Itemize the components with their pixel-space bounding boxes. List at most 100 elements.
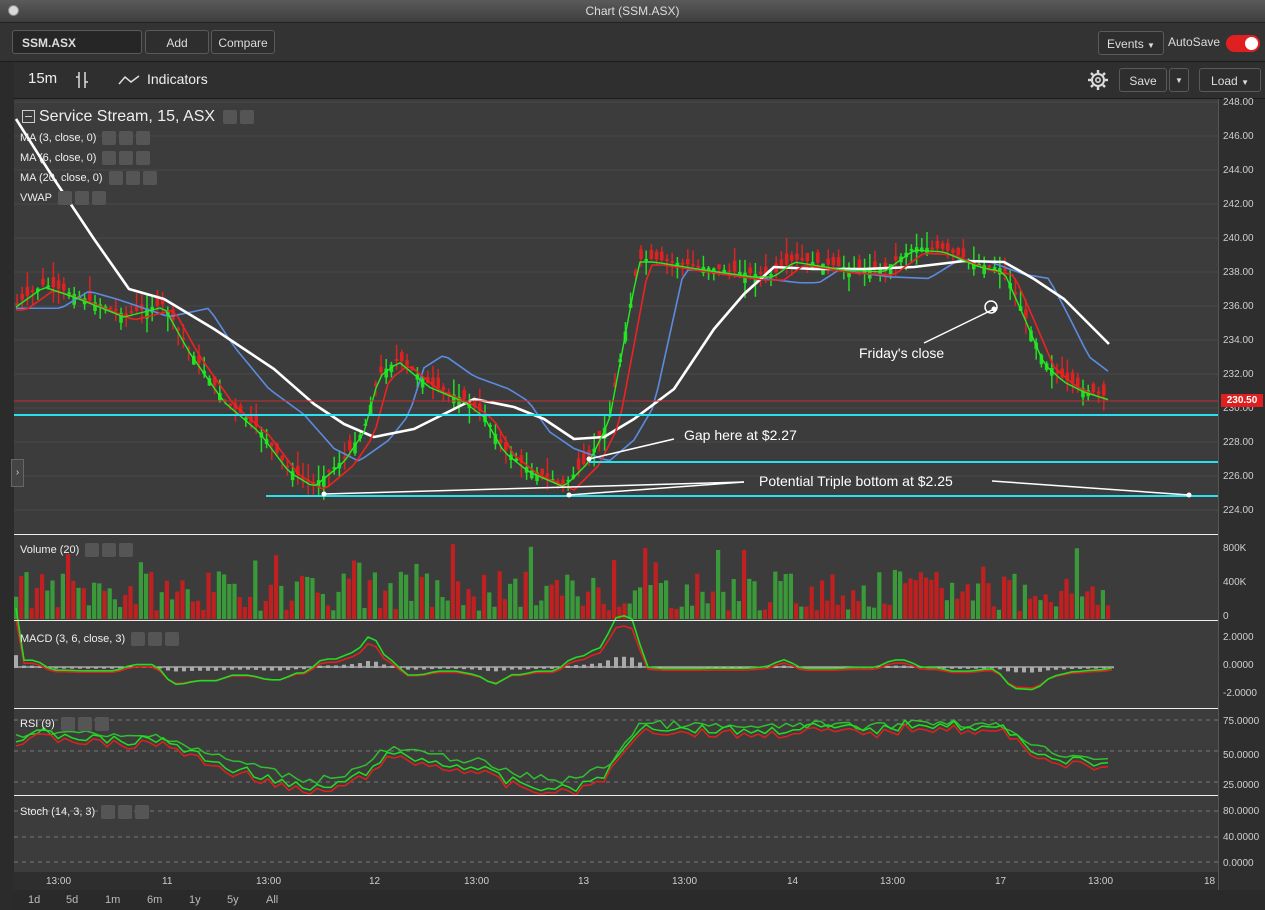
down-candle [545, 473, 550, 477]
down-candle [790, 255, 794, 261]
macd-histogram-bar [550, 667, 554, 669]
settings-icon[interactable] [77, 717, 92, 731]
settings-icon[interactable] [102, 543, 117, 557]
price-tick: 236.00 [1223, 301, 1254, 312]
volume-bar-down [102, 590, 107, 619]
macd-histogram-bar [174, 667, 178, 672]
settings-icon[interactable] [119, 151, 134, 165]
chart-canvas[interactable] [14, 99, 1218, 890]
close-icon[interactable] [165, 632, 180, 646]
volume-bar-down [814, 610, 819, 619]
down-candle [717, 264, 721, 270]
visibility-icon[interactable] [222, 109, 237, 124]
macd-histogram-bar [414, 667, 418, 670]
visibility-icon[interactable] [102, 131, 117, 145]
compare-button[interactable]: Compare [211, 30, 275, 54]
range-all[interactable]: All [266, 894, 278, 906]
visibility-icon[interactable] [131, 632, 146, 646]
events-dropdown[interactable]: Events ▼ [1098, 31, 1164, 55]
volume-bar-down [549, 584, 554, 619]
volume-bar-down [830, 574, 835, 619]
time-axis[interactable]: 13:00 11 13:00 12 13:00 13 13:00 14 13:0… [14, 872, 1218, 890]
visibility-icon[interactable] [60, 717, 75, 731]
settings-icon[interactable] [119, 131, 134, 145]
volume-bar-down [840, 595, 845, 619]
down-candle [124, 313, 128, 316]
settings-icon[interactable] [118, 805, 133, 819]
visibility-icon[interactable] [85, 543, 100, 557]
volume-bar-down [554, 580, 559, 619]
stoch-tick: 40.0000 [1223, 832, 1260, 843]
candle-type-icon[interactable] [74, 70, 90, 90]
volume-bar-down [1048, 601, 1053, 619]
settings-icon[interactable] [148, 632, 163, 646]
load-dropdown[interactable]: Load ▼ [1199, 68, 1261, 92]
panel-expand-handle[interactable]: › [11, 459, 24, 487]
down-candle [114, 308, 118, 311]
macd-histogram-bar [902, 665, 906, 668]
symbol-input[interactable]: SSM.ASX [12, 30, 142, 54]
visibility-icon[interactable] [57, 191, 72, 205]
close-icon[interactable] [119, 543, 134, 557]
chart-area[interactable]: Service Stream, 15, ASX MA (3, close, 0)… [14, 99, 1218, 890]
volume-bar-down [986, 583, 991, 619]
close-icon[interactable] [136, 151, 151, 165]
volume-bar-up [658, 582, 663, 619]
volume-bar-down [450, 544, 455, 619]
settings-icon[interactable] [125, 171, 140, 185]
range-6m[interactable]: 6m [147, 894, 162, 906]
volume-tick: 0 [1223, 611, 1229, 622]
volume-bar-down [742, 549, 747, 619]
close-icon[interactable] [91, 191, 106, 205]
range-5y[interactable]: 5y [227, 894, 239, 906]
add-button[interactable]: Add [145, 30, 209, 54]
visibility-icon[interactable] [101, 805, 116, 819]
range-1y[interactable]: 1y [189, 894, 201, 906]
down-candle [327, 470, 331, 473]
range-1m[interactable]: 1m [105, 894, 120, 906]
up-candle [909, 248, 914, 251]
down-candle [696, 265, 700, 268]
volume-bar-up [362, 608, 367, 619]
volume-bar-up [331, 610, 336, 619]
down-candle [857, 259, 862, 268]
macd-histogram-bar [1054, 667, 1058, 670]
volume-bar-up [310, 578, 315, 619]
close-icon[interactable] [135, 805, 150, 819]
interval-selector[interactable]: 15m [28, 70, 57, 87]
gear-icon[interactable] [1087, 69, 1109, 91]
volume-bar-down [1069, 593, 1074, 619]
save-button[interactable]: Save [1119, 68, 1167, 92]
close-icon[interactable] [94, 717, 109, 731]
volume-bar-up [24, 572, 29, 619]
visibility-icon[interactable] [108, 171, 123, 185]
volume-bar-up [872, 607, 877, 619]
volume-bar-down [502, 599, 507, 619]
visibility-icon[interactable] [102, 151, 117, 165]
range-5d[interactable]: 5d [66, 894, 78, 906]
volume-bar-down [1064, 578, 1069, 619]
down-candle [748, 267, 752, 274]
macd-histogram-bar [574, 665, 578, 668]
events-label: Events [1107, 37, 1144, 51]
macd-histogram-bar [526, 667, 530, 670]
settings-icon[interactable] [74, 191, 89, 205]
price-axis[interactable]: 248.00 246.00 244.00 242.00 240.00 238.0… [1218, 97, 1265, 890]
close-icon[interactable] [136, 131, 151, 145]
volume-bar-down [81, 588, 86, 619]
indicators-button[interactable]: Indicators [147, 71, 208, 87]
volume-bar-up [518, 606, 523, 619]
volume-bar-down [1059, 590, 1064, 619]
panel-divider [14, 708, 1218, 709]
ma6-line [16, 252, 1109, 491]
autosave-toggle[interactable] [1226, 35, 1260, 52]
range-1d[interactable]: 1d [28, 894, 40, 906]
volume-bar-down [1017, 610, 1022, 619]
close-icon[interactable] [142, 171, 157, 185]
settings-icon[interactable] [239, 109, 254, 124]
save-menu-chevron-icon[interactable]: ▼ [1169, 68, 1189, 92]
volume-bar-down [580, 605, 585, 619]
collapse-icon[interactable] [22, 110, 35, 124]
chevron-down-icon: ▼ [1241, 78, 1249, 87]
volume-bar-up [679, 606, 684, 619]
